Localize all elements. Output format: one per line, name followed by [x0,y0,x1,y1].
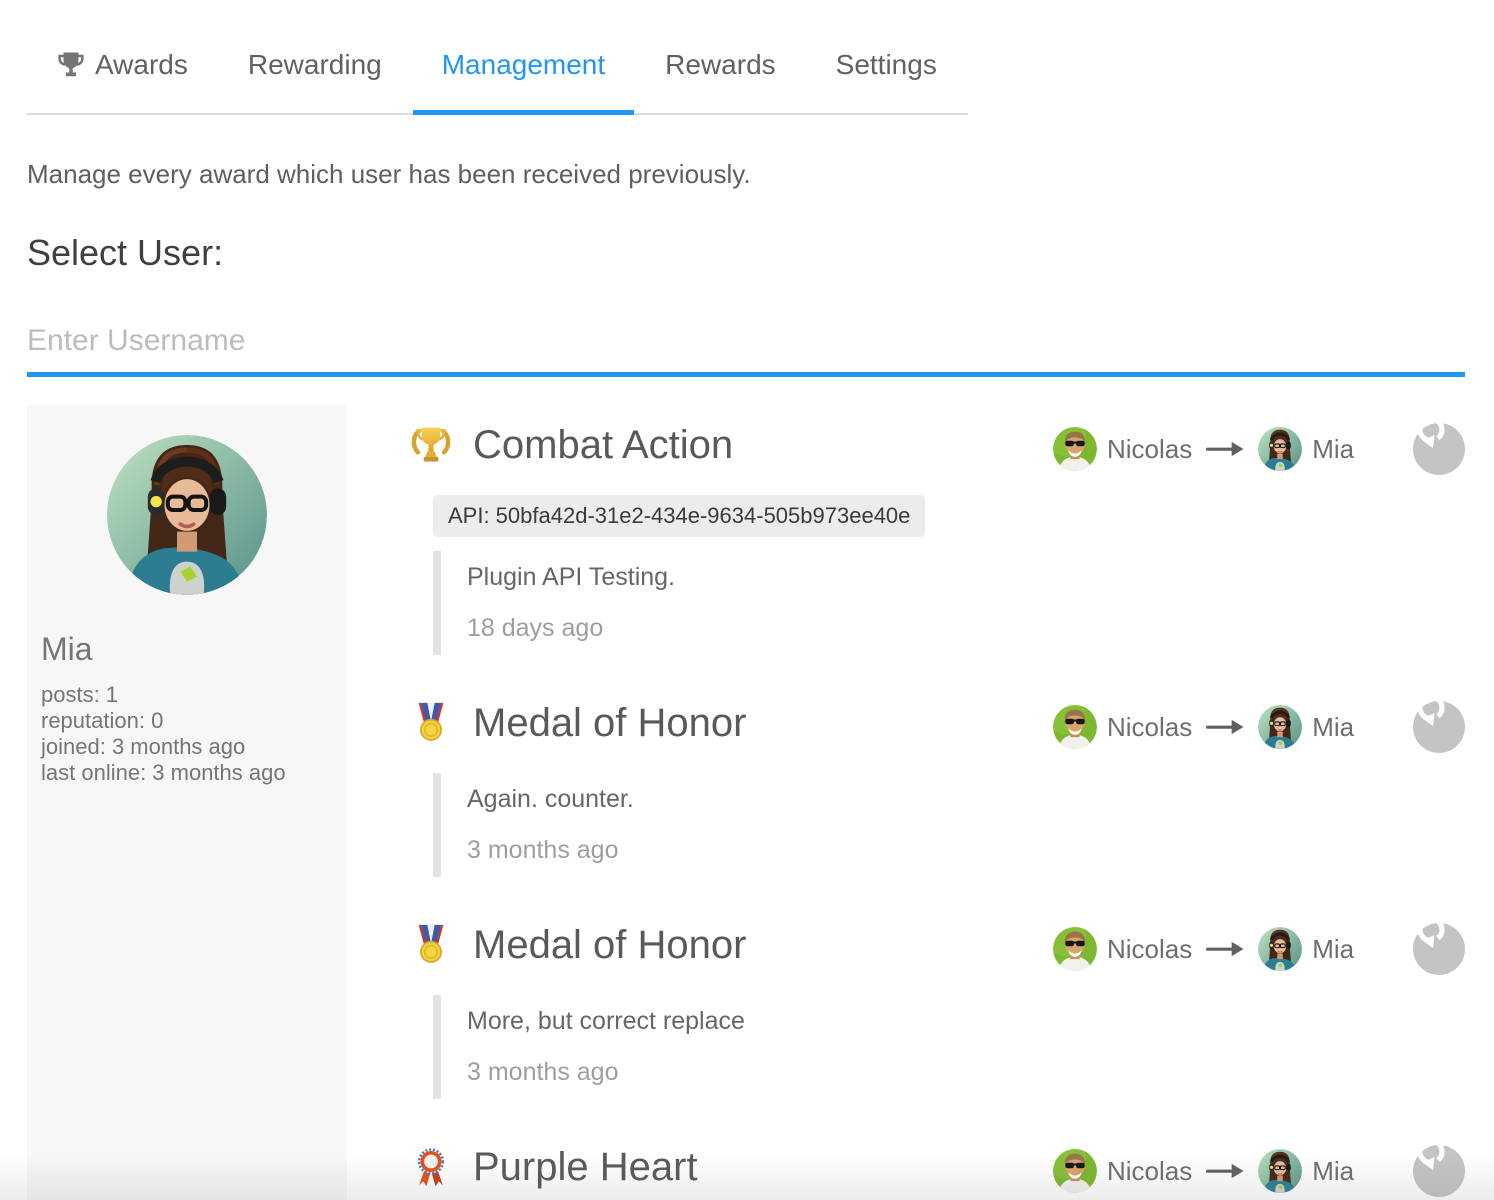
medal-icon [409,923,453,967]
mia-avatar [1258,927,1302,971]
revoke-award-button[interactable] [1413,423,1465,475]
award-quote: Again. counter. 3 months ago [433,773,1037,877]
tab-management[interactable]: Management [412,40,635,115]
nicolas-avatar [1053,705,1097,749]
tab-rewarding[interactable]: Rewarding [219,40,411,115]
mia-avatar-large [107,435,267,595]
award-timestamp: 18 days ago [467,614,604,642]
grant-to-name: Mia [1312,1155,1355,1186]
award-main: Combat Action API: 50bfa42d-31e2-434e-96… [409,423,1053,655]
page-description: Manage every award which user has been r… [27,159,751,189]
api-badge: API: 50bfa42d-31e2-434e-9634-505b973ee40… [433,495,926,537]
award-quote: Plugin API Testing. 18 days ago [433,551,1037,655]
award-grant: Nicolas Mia [1053,1145,1465,1197]
content-area: Mia posts: 1 reputation: 0 joined: 3 mon… [27,405,1465,1200]
user-stat-last-online: last online: 3 months ago [41,760,286,785]
awards-management-page: Awards Rewarding Management Rewards Sett… [0,0,1494,1200]
tab-label: Management [441,49,606,80]
rosette-icon [409,1145,453,1189]
arrow-right-icon [1206,719,1244,735]
nicolas-avatar [1053,927,1097,971]
award-main: Purple Heart [409,1145,1053,1200]
grant-from-name: Nicolas [1107,1155,1193,1186]
award-row: Combat Action API: 50bfa42d-31e2-434e-96… [409,423,1465,655]
mia-avatar [1258,427,1302,471]
arrow-right-icon [1206,941,1244,957]
arrow-right-icon [1206,1163,1244,1179]
award-grant: Nicolas Mia [1053,701,1465,753]
select-user-heading: Select User: [27,232,224,273]
award-title: Combat Action [473,422,734,467]
tab-label: Awards [95,49,188,80]
award-row: Purple Heart Nicolas Mia [409,1145,1465,1200]
tab-label: Rewards [665,49,776,80]
award-row: Medal of Honor More, but correct replace… [409,923,1465,1099]
award-quote: More, but correct replace 3 months ago [433,995,1037,1099]
grant-to-name: Mia [1312,433,1355,464]
grant-from-name: Nicolas [1107,711,1193,742]
user-name: Mia [41,631,93,667]
nicolas-avatar [1053,1149,1097,1193]
award-timestamp: 3 months ago [467,836,619,864]
award-row: Medal of Honor Again. counter. 3 months … [409,701,1465,877]
user-stat-reputation: reputation: 0 [41,708,164,733]
award-grant: Nicolas Mia [1053,423,1465,475]
mia-avatar [1258,1149,1302,1193]
award-title: Purple Heart [473,1144,698,1189]
revoke-award-button[interactable] [1413,701,1465,753]
grant-from-name: Nicolas [1107,933,1193,964]
tab-rewards[interactable]: Rewards [636,40,804,115]
award-description: Again. counter. [467,785,634,813]
tab-label: Settings [835,49,937,80]
grant-from-name: Nicolas [1107,433,1193,464]
award-title: Medal of Honor [473,922,747,967]
grant-to-name: Mia [1312,711,1355,742]
tab-awards[interactable]: Awards [27,40,217,115]
award-main: Medal of Honor Again. counter. 3 months … [409,701,1053,877]
gold-trophy-icon [409,423,453,467]
user-stat-posts: posts: 1 [41,682,119,707]
user-card: Mia posts: 1 reputation: 0 joined: 3 mon… [27,405,347,1200]
trophy-icon [56,50,86,80]
user-stats: posts: 1 reputation: 0 joined: 3 months … [41,682,347,786]
username-input[interactable] [27,318,1465,377]
tabbar: Awards Rewarding Management Rewards Sett… [27,40,968,115]
tab-settings[interactable]: Settings [807,40,966,115]
grant-to-name: Mia [1312,933,1355,964]
medal-icon [409,701,453,745]
award-main: Medal of Honor More, but correct replace… [409,923,1053,1099]
award-grant: Nicolas Mia [1053,923,1465,975]
revoke-award-button[interactable] [1413,1145,1465,1197]
award-timestamp: 3 months ago [467,1058,619,1086]
nicolas-avatar [1053,427,1097,471]
award-description: Plugin API Testing. [467,563,676,591]
user-stat-joined: joined: 3 months ago [41,734,246,759]
award-description: More, but correct replace [467,1007,745,1035]
mia-avatar [1258,705,1302,749]
revoke-award-button[interactable] [1413,923,1465,975]
tab-label: Rewarding [247,49,382,80]
award-title: Medal of Honor [473,700,747,745]
awards-list: Combat Action API: 50bfa42d-31e2-434e-96… [347,405,1465,1200]
arrow-right-icon [1206,441,1244,457]
